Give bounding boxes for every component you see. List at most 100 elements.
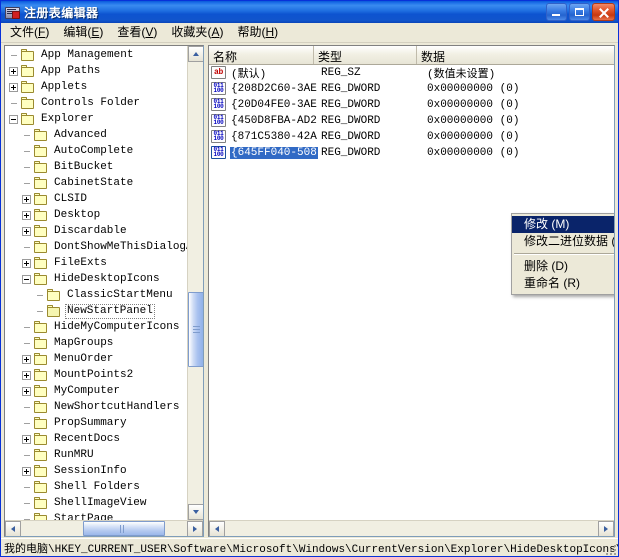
- expand-icon[interactable]: [22, 370, 31, 380]
- expand-icon[interactable]: [9, 66, 18, 76]
- tree-node-label: RecentDocs: [54, 432, 121, 445]
- tree-node[interactable]: SessionInfo: [5, 463, 187, 479]
- menu-item-3[interactable]: 收藏夹(A): [164, 24, 230, 42]
- value-data-cell: 0x00000000 (0): [427, 99, 520, 111]
- collapse-icon[interactable]: [9, 114, 18, 124]
- tree-node[interactable]: RecentDocs: [5, 431, 187, 447]
- context-menu-item[interactable]: 修改二进位数据 (B): [512, 233, 614, 250]
- tree-node[interactable]: RunMRU: [5, 447, 187, 463]
- tree-node[interactable]: Shell Folders: [5, 479, 187, 495]
- menu-item-accel-key: E: [91, 24, 100, 39]
- maximize-button[interactable]: [569, 3, 590, 21]
- scroll-up-icon[interactable]: [188, 46, 203, 62]
- window-title: 注册表编辑器: [24, 5, 99, 20]
- menu-bar: 文件(F) 编辑(E) 查看(V) 收藏夹(A) 帮助(H): [1, 23, 618, 43]
- tree-node[interactable]: MenuOrder: [5, 351, 187, 367]
- table-row[interactable]: 011100 {871C5380-42A...REG_DWORD 0x0000000…: [209, 129, 614, 145]
- tree-node-label: CLSID: [54, 192, 88, 205]
- tree-node-label: PropSummary: [54, 416, 127, 429]
- menu-item-1[interactable]: 编辑(E): [56, 24, 110, 42]
- tree-node[interactable]: Controls Folder: [5, 95, 187, 111]
- table-row[interactable]: 011100 {450D8FBA-AD2...REG_DWORD 0x0000000…: [209, 113, 614, 129]
- tree-node[interactable]: NewShortcutHandlers: [5, 399, 187, 415]
- tree-node[interactable]: DontShowMeThisDialogA: [5, 239, 193, 255]
- tree-vertical-scrollbar[interactable]: [187, 46, 203, 520]
- context-menu-item[interactable]: 修改 (M): [512, 216, 614, 233]
- context-menu-item[interactable]: 删除 (D): [512, 258, 614, 275]
- table-row[interactable]: 011100 {20D04FE0-3AE...REG_DWORD 0x0000000…: [209, 97, 614, 113]
- close-icon[interactable]: [592, 3, 615, 21]
- tree-horizontal-scrollbar[interactable]: [5, 520, 203, 536]
- tree-node[interactable]: HideDesktopIcons: [5, 271, 187, 287]
- table-row[interactable]: 011100{645FF040-508...REG_DWORD 0x0000000…: [209, 145, 614, 161]
- tree-node[interactable]: AutoComplete: [5, 143, 187, 159]
- menu-item-0[interactable]: 文件(F): [3, 24, 56, 42]
- scroll-right-icon[interactable]: [187, 521, 203, 536]
- expand-icon[interactable]: [22, 258, 31, 268]
- tree-node[interactable]: PropSummary: [5, 415, 187, 431]
- tree-branch-line: [22, 319, 33, 335]
- tree-node[interactable]: Applets: [5, 79, 187, 95]
- expand-icon[interactable]: [22, 226, 31, 236]
- tree-node[interactable]: CLSID: [5, 191, 187, 207]
- menu-item-2[interactable]: 查看(V): [110, 24, 164, 42]
- expand-icon[interactable]: [22, 466, 31, 476]
- tree-node[interactable]: Explorer: [5, 111, 187, 127]
- expand-icon[interactable]: [22, 434, 31, 444]
- tree-node[interactable]: ShellImageView: [5, 495, 187, 511]
- tree-node-label: CabinetState: [54, 176, 134, 189]
- column-header-name[interactable]: 名称: [209, 46, 314, 64]
- table-row[interactable]: 011100 {208D2C60-3AE...REG_DWORD 0x0000000…: [209, 81, 614, 97]
- tree-branch-line: [35, 287, 46, 303]
- folder-icon: [33, 512, 49, 520]
- list-scroll-left-icon[interactable]: [209, 521, 225, 536]
- list-horizontal-scrollbar[interactable]: [209, 520, 614, 536]
- expand-icon[interactable]: [22, 210, 31, 220]
- tree-node[interactable]: ClassicStartMenu: [5, 287, 187, 303]
- tree-node[interactable]: StartPage: [5, 511, 187, 520]
- column-header-data[interactable]: 数据: [417, 46, 614, 64]
- tree-node[interactable]: Desktop: [5, 207, 187, 223]
- menu-item-accel: (E): [87, 24, 104, 39]
- tree-node[interactable]: MyComputer: [5, 383, 187, 399]
- tree-vscroll-thumb[interactable]: [188, 292, 203, 367]
- tree-node[interactable]: App Management: [5, 47, 187, 63]
- tree-node[interactable]: NewStartPanel: [5, 303, 187, 319]
- expand-icon[interactable]: [9, 82, 18, 92]
- scroll-down-icon[interactable]: [188, 504, 203, 520]
- scroll-left-icon[interactable]: [5, 521, 21, 536]
- tree-node-label: Discardable: [54, 224, 127, 237]
- tree-node[interactable]: CabinetState: [5, 175, 187, 191]
- tree-node[interactable]: HideMyComputerIcons: [5, 319, 187, 335]
- tree-node[interactable]: MountPoints2: [5, 367, 187, 383]
- column-header-type[interactable]: 类型: [314, 46, 417, 64]
- table-row[interactable]: ab (默认) REG_SZ (数值未设置): [209, 65, 614, 81]
- tree-node[interactable]: MapGroups: [5, 335, 187, 351]
- tree-node[interactable]: App Paths: [5, 63, 187, 79]
- collapse-icon[interactable]: [22, 274, 31, 284]
- title-bar[interactable]: 注册表编辑器: [1, 1, 618, 23]
- tree-node[interactable]: Discardable: [5, 223, 187, 239]
- expand-icon[interactable]: [22, 354, 31, 364]
- expand-icon[interactable]: [22, 386, 31, 396]
- menu-item-4[interactable]: 帮助(H): [230, 24, 285, 42]
- folder-icon: [20, 96, 36, 110]
- value-data-cell: 0x00000000 (0): [427, 115, 520, 127]
- tree-node[interactable]: FileExts: [5, 255, 187, 271]
- tree-node[interactable]: Advanced: [5, 127, 187, 143]
- tree-node-label: App Management: [41, 48, 134, 61]
- resize-grip-icon[interactable]: [604, 543, 616, 555]
- list-scroll-right-icon[interactable]: [598, 521, 614, 536]
- context-menu-item[interactable]: 重命名 (R): [512, 275, 614, 292]
- tree-node[interactable]: BitBucket: [5, 159, 187, 175]
- value-name-cell: {450D8FBA-AD2...: [231, 115, 318, 127]
- tree-hscroll-thumb[interactable]: [83, 521, 165, 536]
- expand-icon[interactable]: [22, 194, 31, 204]
- minimize-button[interactable]: [546, 3, 567, 21]
- folder-icon: [33, 208, 49, 222]
- folder-icon: [33, 480, 49, 494]
